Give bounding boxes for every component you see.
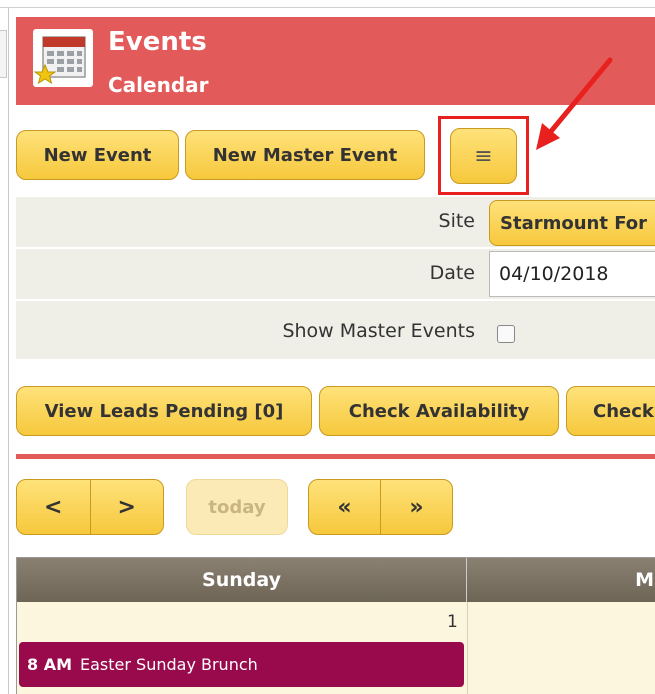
next-button[interactable]: > [89, 480, 164, 534]
event-time: 8 AM [27, 655, 73, 674]
calendar-header: Sunday M [17, 558, 655, 602]
site-row: Site Starmount For [16, 197, 655, 249]
day-separator [467, 602, 468, 694]
day-number[interactable]: 1 [447, 612, 458, 632]
show-master-row: Show Master Events [16, 301, 655, 359]
date-field[interactable]: 04/10/2018 [489, 251, 655, 297]
section-divider [16, 454, 655, 459]
year-nav-group: « » [308, 479, 453, 535]
page: Events Calendar New Event New Master Eve… [0, 0, 655, 694]
prev-year-button[interactable]: « [309, 480, 380, 534]
column-header-sunday: Sunday [17, 558, 467, 602]
calendar: Sunday M 1 8 AM Easter Sunday Brunch [16, 557, 655, 694]
check-button[interactable]: Check [566, 386, 655, 436]
new-master-event-button[interactable]: New Master Event [185, 130, 425, 180]
annotation-arrow [536, 57, 613, 150]
calendar-icon [33, 29, 93, 87]
calendar-event[interactable]: 8 AM Easter Sunday Brunch [19, 642, 464, 687]
event-title: Easter Sunday Brunch [80, 655, 258, 674]
calendar-week-row: 1 8 AM Easter Sunday Brunch [17, 602, 655, 694]
site-label: Site [438, 210, 475, 232]
page-subtitle: Calendar [108, 73, 209, 97]
window-edge [0, 0, 655, 8]
prev-next-group: < > [16, 479, 164, 535]
new-event-button[interactable]: New Event [16, 130, 179, 180]
page-title: Events [108, 27, 207, 57]
date-label: Date [429, 262, 475, 284]
site-select[interactable]: Starmount For [489, 200, 655, 246]
show-master-label: Show Master Events [282, 320, 475, 342]
highlight-box [438, 116, 529, 195]
today-button[interactable]: today [186, 479, 288, 535]
check-availability-button[interactable]: Check Availability [319, 386, 559, 436]
prev-button[interactable]: < [17, 480, 90, 534]
next-year-button[interactable]: » [380, 480, 452, 534]
date-row: Date 04/10/2018 [16, 249, 655, 301]
window-edge-left [8, 8, 9, 694]
column-header-monday: M [635, 569, 654, 591]
side-tab[interactable] [0, 30, 7, 78]
show-master-checkbox[interactable] [497, 325, 515, 343]
view-leads-pending-button[interactable]: View Leads Pending [0] [16, 386, 312, 436]
